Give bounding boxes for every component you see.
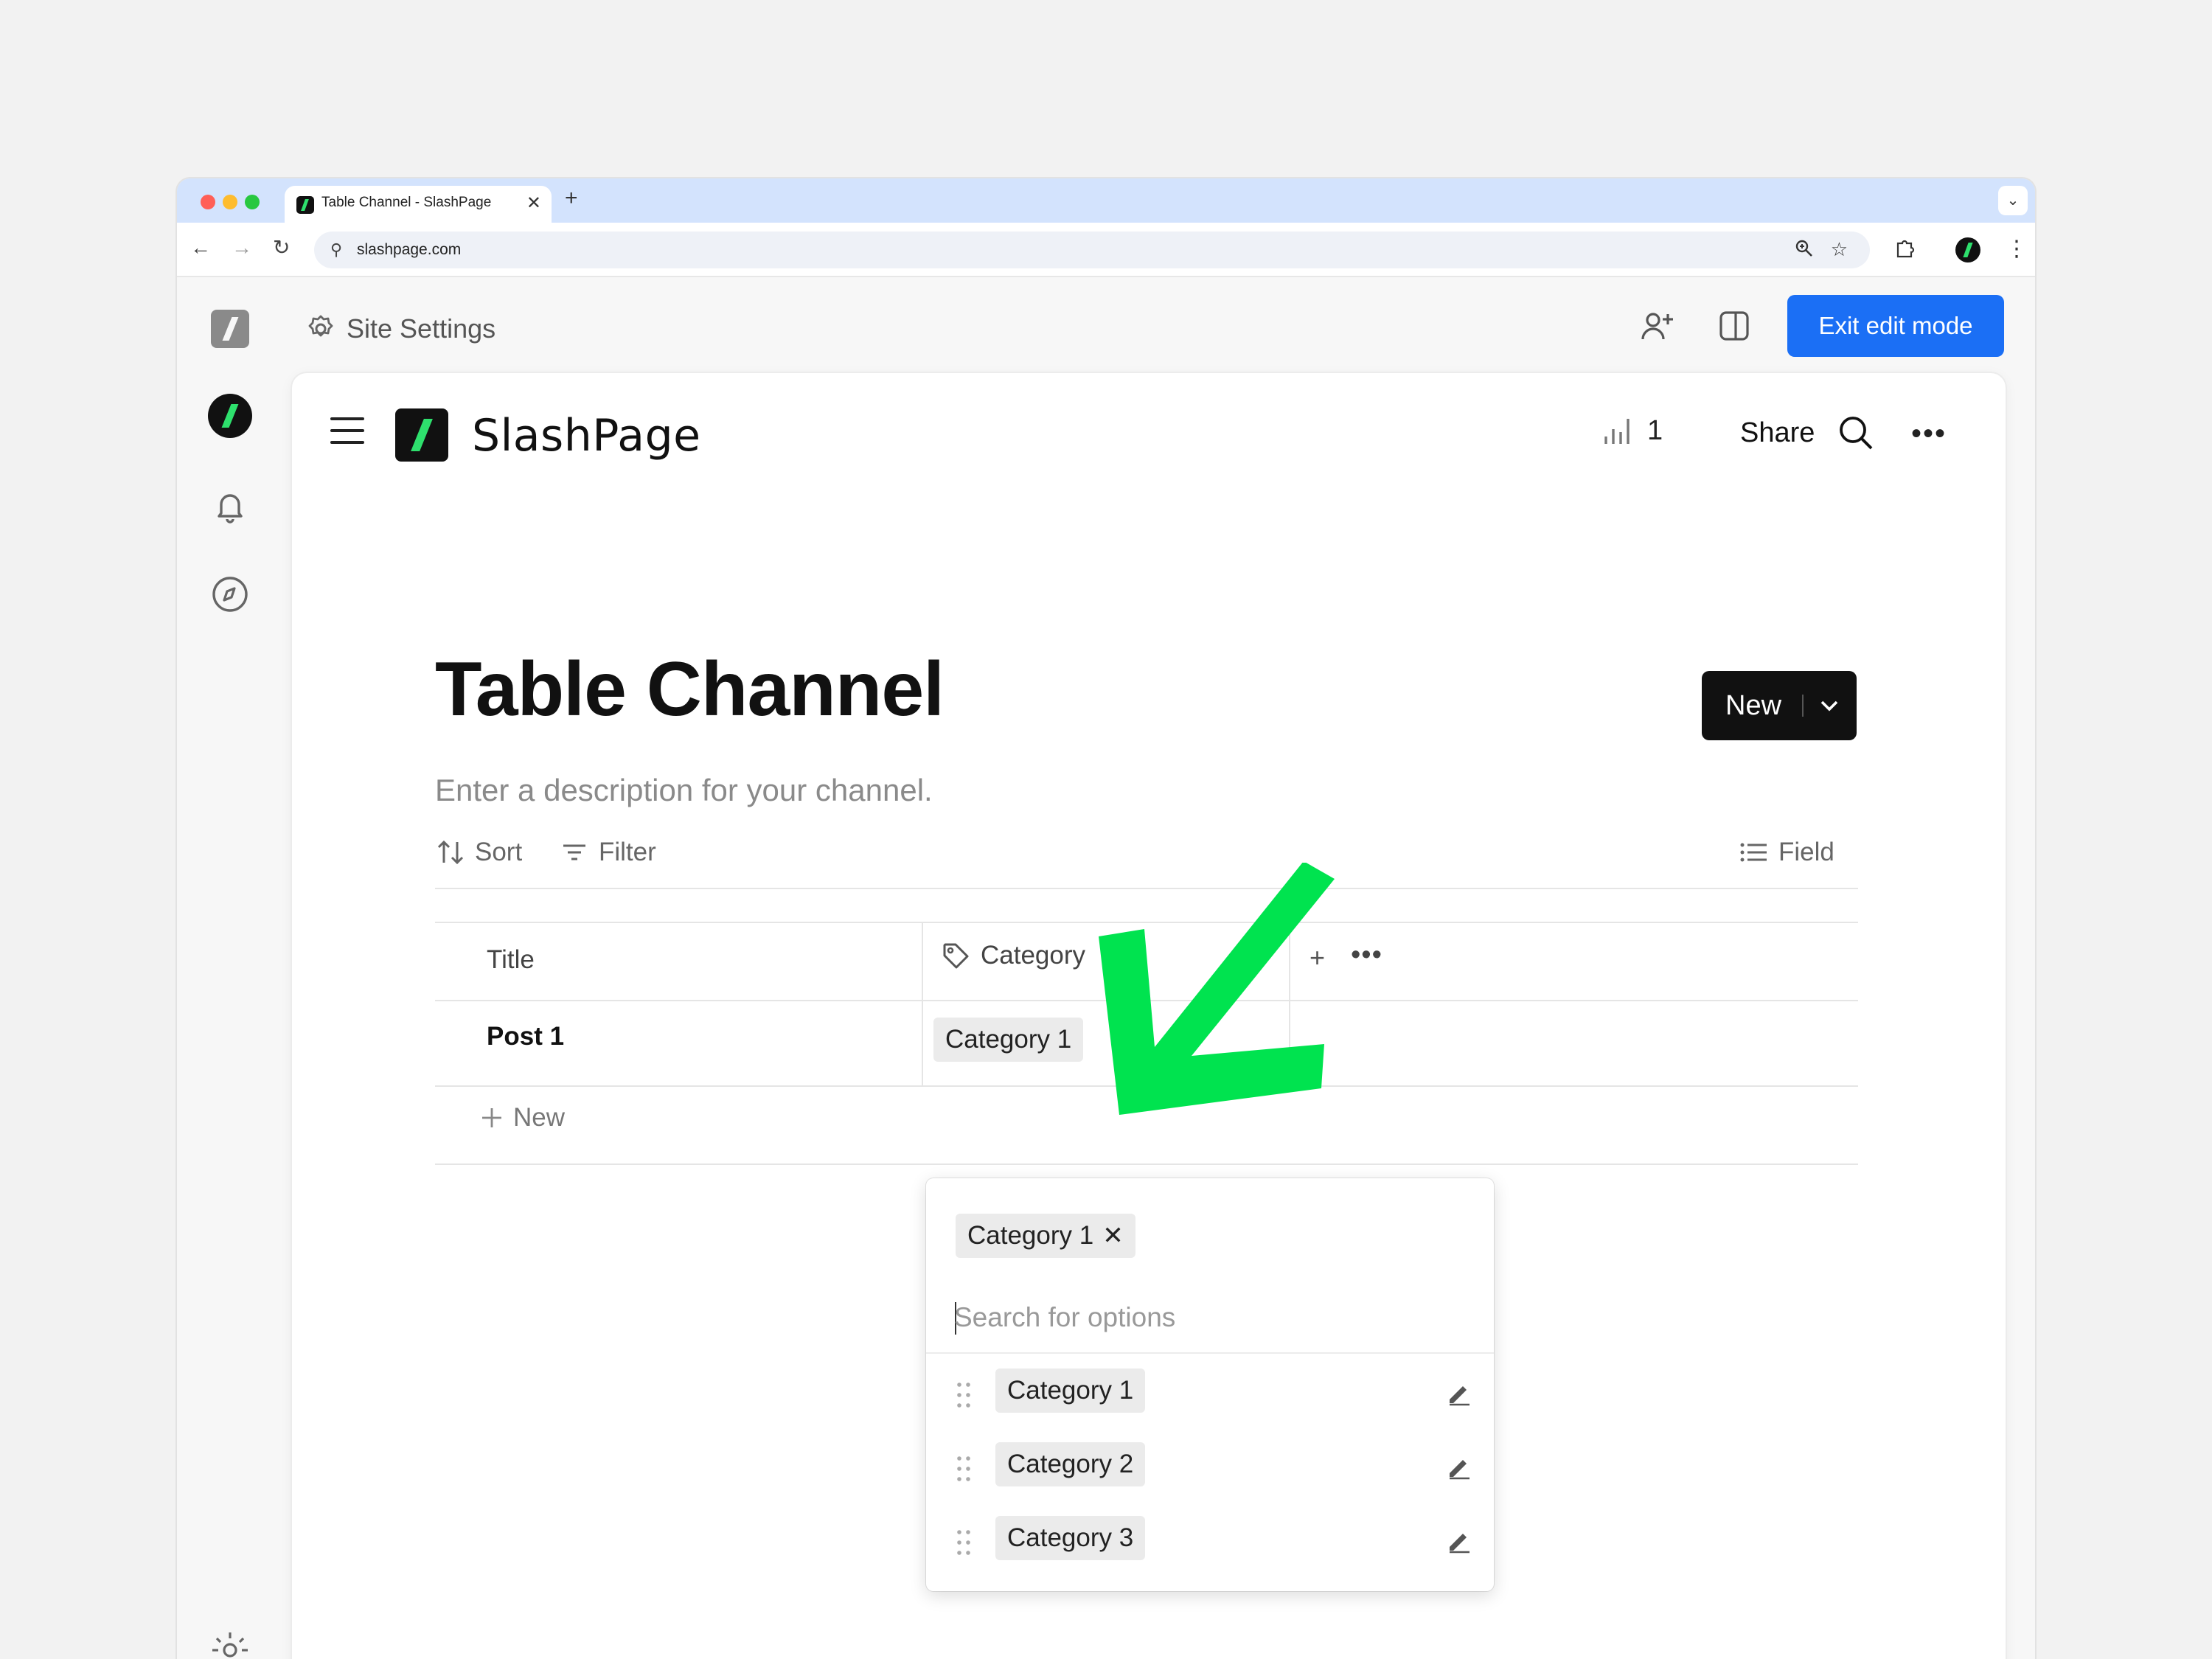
category-options-dropdown: Category 1 ✕ Category 1 Category 2 Categ… (926, 1178, 1494, 1591)
zoom-icon[interactable] (1795, 239, 1814, 258)
add-row-label: New (513, 1103, 566, 1132)
drag-handle-icon[interactable] (956, 1380, 972, 1410)
split-view-icon[interactable] (1717, 308, 1752, 344)
table-cell-title[interactable]: Post 1 (487, 1022, 564, 1051)
dropdown-divider (926, 1352, 1494, 1354)
tab-title: Table Channel - SlashPage (321, 195, 492, 210)
page-views-stat[interactable]: 1 (1601, 414, 1663, 447)
option-row[interactable]: Category 3 (926, 1513, 1494, 1572)
filter-button[interactable]: Filter (560, 838, 656, 867)
browser-menu-icon[interactable]: ⋮ (2006, 236, 2028, 262)
new-tab-button[interactable]: + (565, 187, 578, 209)
column-header-title[interactable]: Title (487, 945, 535, 975)
brand-logo-icon[interactable] (395, 408, 448, 462)
page-title[interactable]: Table Channel (435, 646, 945, 734)
bar-chart-icon (1604, 419, 1630, 444)
tab-strip: Table Channel - SlashPage ✕ + ⌄ (177, 178, 2035, 223)
field-button[interactable]: Field (1739, 838, 1834, 867)
add-row-button[interactable]: New (479, 1103, 565, 1133)
profile-avatar-icon[interactable] (1955, 237, 1980, 262)
extensions-puzzle-icon[interactable] (1893, 237, 1916, 260)
plus-icon (482, 1108, 501, 1127)
new-post-button[interactable]: New (1702, 690, 1802, 722)
selected-option-chip[interactable]: Category 1 ✕ (956, 1214, 1135, 1258)
tab-close-icon[interactable]: ✕ (526, 192, 541, 214)
site-avatar[interactable] (208, 394, 252, 438)
tag-icon (943, 943, 969, 969)
workspace-logo-icon[interactable] (211, 310, 249, 348)
edit-pencil-icon[interactable] (1445, 1454, 1472, 1481)
browser-tab[interactable]: Table Channel - SlashPage ✕ (285, 186, 552, 223)
category-chip[interactable]: Category 1 (933, 1018, 1084, 1062)
url-text[interactable]: slashpage.com (357, 241, 461, 259)
column-header-category-label: Category (981, 941, 1086, 970)
column-divider (922, 922, 923, 1085)
share-button[interactable]: Share (1740, 417, 1815, 449)
exit-edit-mode-button[interactable]: Exit edit mode (1787, 295, 2004, 357)
edit-pencil-icon[interactable] (1445, 1380, 1472, 1407)
invite-member-icon[interactable] (1638, 308, 1675, 345)
option-chip[interactable]: Category 2 (995, 1442, 1146, 1486)
option-row[interactable]: Category 2 (926, 1439, 1494, 1498)
field-label: Field (1778, 838, 1834, 866)
slashpage-favicon-icon (296, 196, 314, 214)
brand-name[interactable]: SlashPage (472, 410, 701, 462)
sort-button[interactable]: Sort (437, 838, 522, 867)
new-options-chevron-icon[interactable] (1804, 698, 1855, 713)
reload-icon[interactable]: ↻ (273, 237, 290, 258)
drag-handle-icon[interactable] (956, 1454, 972, 1484)
minimize-window-button[interactable] (223, 195, 237, 209)
hamburger-menu-icon[interactable] (330, 417, 364, 444)
column-header-category[interactable]: Category (941, 941, 1085, 970)
sun-theme-icon[interactable] (208, 1628, 252, 1659)
channel-description[interactable]: Enter a description for your channel. (435, 773, 933, 808)
gear-icon (308, 315, 333, 337)
bookmark-star-icon[interactable]: ☆ (1831, 238, 1848, 261)
remove-option-icon[interactable]: ✕ (1102, 1223, 1124, 1248)
annotation-arrow-icon (1099, 863, 1335, 1115)
list-icon (1740, 843, 1767, 862)
option-search-input[interactable] (954, 1299, 1455, 1336)
filter-icon (563, 844, 585, 860)
tab-search-chevron-icon[interactable]: ⌄ (1998, 186, 2028, 215)
back-arrow-icon[interactable]: ← (190, 237, 211, 258)
omnibox[interactable]: ⚲ slashpage.com ☆ (314, 232, 1870, 268)
option-row[interactable]: Category 1 (926, 1366, 1494, 1425)
search-icon[interactable] (1836, 413, 1876, 453)
filter-label: Filter (599, 838, 656, 866)
sort-icon (437, 840, 464, 865)
compass-icon[interactable] (208, 572, 252, 616)
column-more-icon[interactable]: ••• (1351, 939, 1382, 971)
option-chip[interactable]: Category 3 (995, 1516, 1146, 1560)
sort-label: Sort (475, 838, 523, 866)
close-window-button[interactable] (201, 195, 215, 209)
address-bar: ← → ↻ ⚲ slashpage.com ☆ ⋮ (177, 223, 2035, 277)
drag-handle-icon[interactable] (956, 1528, 972, 1557)
site-settings-button[interactable]: Site Settings (305, 308, 495, 349)
page-views-count: 1 (1647, 415, 1663, 446)
site-info-icon[interactable]: ⚲ (330, 240, 342, 260)
site-settings-label: Site Settings (347, 313, 496, 344)
option-chip[interactable]: Category 1 (995, 1368, 1146, 1413)
table-border (435, 1164, 1858, 1165)
forward-arrow-icon[interactable]: → (232, 237, 252, 258)
bell-icon[interactable] (208, 484, 252, 528)
maximize-window-button[interactable] (245, 195, 260, 209)
more-options-icon[interactable]: ••• (1911, 417, 1947, 451)
selected-option-label: Category 1 (967, 1221, 1094, 1250)
edit-pencil-icon[interactable] (1445, 1528, 1472, 1554)
new-post-split-button: New (1702, 671, 1857, 740)
